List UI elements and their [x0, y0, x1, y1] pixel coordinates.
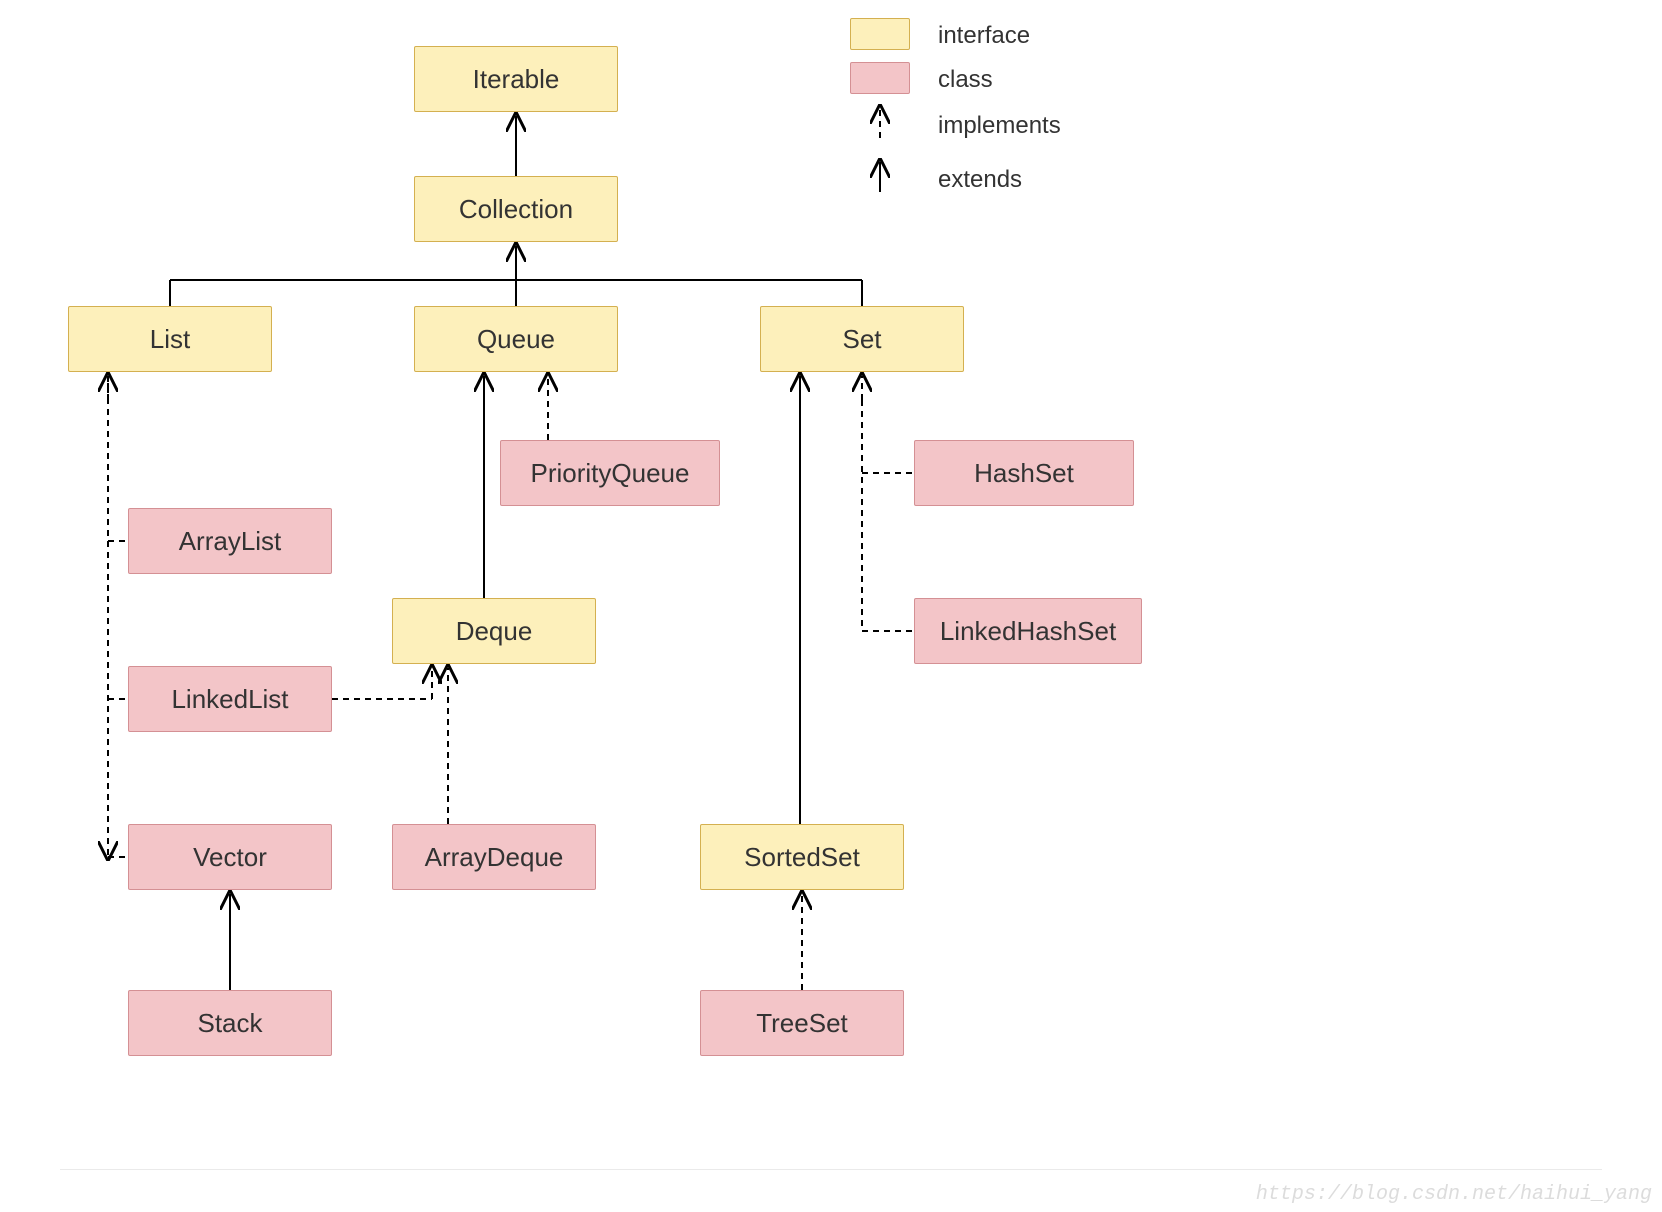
node-set: Set [760, 306, 964, 372]
node-label: Collection [459, 194, 573, 225]
node-list: List [68, 306, 272, 372]
node-queue: Queue [414, 306, 618, 372]
legend-interface-swatch [850, 18, 910, 50]
node-priorityqueue: PriorityQueue [500, 440, 720, 506]
legend-extends-label: extends [938, 166, 1022, 194]
node-label: ArrayList [179, 526, 282, 557]
node-label: Stack [197, 1008, 262, 1039]
node-arraylist: ArrayList [128, 508, 332, 574]
node-collection: Collection [414, 176, 618, 242]
legend-implements-label: implements [938, 112, 1061, 140]
node-stack: Stack [128, 990, 332, 1056]
node-label: List [150, 324, 190, 355]
node-label: LinkedList [171, 684, 288, 715]
node-vector: Vector [128, 824, 332, 890]
divider [60, 1169, 1602, 1170]
node-deque: Deque [392, 598, 596, 664]
node-label: TreeSet [756, 1008, 848, 1039]
legend-interface-label: interface [938, 22, 1030, 50]
node-label: HashSet [974, 458, 1074, 489]
node-label: Vector [193, 842, 267, 873]
legend-class-swatch [850, 62, 910, 94]
node-iterable: Iterable [414, 46, 618, 112]
node-label: LinkedHashSet [940, 616, 1116, 647]
legend-class-label: class [938, 66, 993, 94]
node-label: Set [842, 324, 881, 355]
node-label: SortedSet [744, 842, 860, 873]
node-label: ArrayDeque [425, 842, 564, 873]
node-linkedlist: LinkedList [128, 666, 332, 732]
node-sortedset: SortedSet [700, 824, 904, 890]
node-linkedhashset: LinkedHashSet [914, 598, 1142, 664]
node-label: Queue [477, 324, 555, 355]
watermark: https://blog.csdn.net/haihui_yang [1256, 1183, 1652, 1206]
node-treeset: TreeSet [700, 990, 904, 1056]
node-label: PriorityQueue [531, 458, 690, 489]
node-label: Deque [456, 616, 533, 647]
node-label: Iterable [473, 64, 560, 95]
node-arraydeque: ArrayDeque [392, 824, 596, 890]
node-hashset: HashSet [914, 440, 1134, 506]
